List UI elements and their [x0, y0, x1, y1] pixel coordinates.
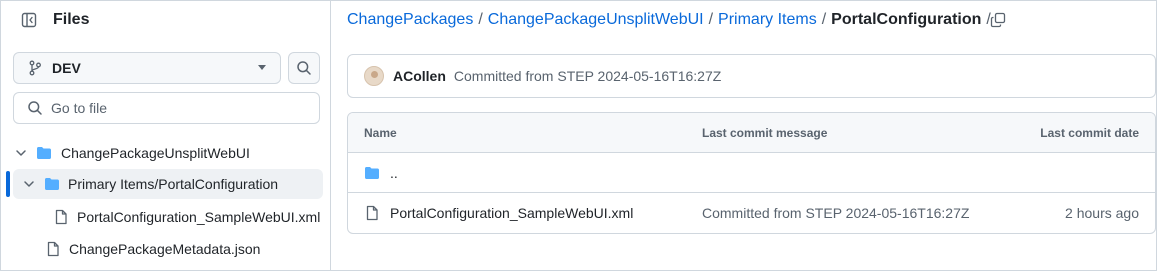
breadcrumb: ChangePackages / ChangePackageUnsplitWeb… — [347, 11, 996, 29]
breadcrumb-separator: / — [708, 11, 714, 28]
branch-name: DEV — [52, 60, 81, 76]
sidebar-collapse-button[interactable] — [13, 6, 45, 34]
search-icon — [297, 61, 311, 75]
sidebar-title: Files — [53, 11, 90, 28]
breadcrumb-separator: / — [821, 11, 827, 28]
tree-item-label: Primary Items/PortalConfiguration — [68, 176, 279, 192]
caret-down-icon — [258, 65, 266, 70]
file-icon — [47, 241, 59, 257]
folder-icon — [45, 178, 59, 190]
commit-author[interactable]: ACollen — [393, 68, 446, 84]
column-header-message: Last commit message — [702, 126, 828, 140]
search-icon — [28, 101, 42, 115]
breadcrumb-link[interactable]: Primary Items — [718, 11, 817, 29]
copy-icon — [990, 12, 1006, 28]
file-icon — [55, 209, 67, 225]
tree-item-file[interactable]: PortalConfiguration_SampleWebUI.xml — [53, 202, 323, 232]
latest-commit-box: ACollen Committed from STEP 2024-05-16T1… — [347, 54, 1156, 98]
chevron-down-icon[interactable] — [21, 176, 37, 192]
file-tree-sidebar: Files DEV ChangePackageUnsplitWebUI — [0, 0, 331, 271]
parent-directory-link[interactable]: .. — [390, 165, 398, 181]
sidebar-collapse-icon — [21, 12, 37, 28]
tree-item-file[interactable]: ChangePackageMetadata.json — [45, 234, 323, 264]
git-branch-icon — [29, 60, 41, 76]
file-icon — [366, 205, 378, 221]
commit-message[interactable]: Committed from STEP 2024-05-16T16:27Z — [454, 68, 721, 84]
main-content: ChangePackages / ChangePackageUnsplitWeb… — [332, 0, 1157, 271]
folder-icon — [365, 167, 379, 179]
chevron-down-icon[interactable] — [13, 145, 29, 161]
search-button[interactable] — [288, 52, 320, 84]
file-table: Name Last commit message Last commit dat… — [347, 112, 1156, 234]
tree-item-label: PortalConfiguration_SampleWebUI.xml — [77, 209, 321, 225]
branch-selector[interactable]: DEV — [13, 52, 281, 84]
breadcrumb-current: PortalConfiguration — [831, 11, 982, 28]
table-row-parent[interactable]: .. — [348, 153, 1155, 193]
commit-message-link[interactable]: Committed from STEP 2024-05-16T16:27Z — [702, 205, 969, 221]
breadcrumb-link[interactable]: ChangePackages — [347, 11, 473, 29]
tree-item-folder-selected[interactable]: Primary Items/PortalConfiguration — [13, 169, 323, 199]
breadcrumb-link[interactable]: ChangePackageUnsplitWebUI — [488, 11, 704, 29]
folder-icon — [37, 147, 51, 159]
column-header-name: Name — [364, 126, 397, 140]
table-header: Name Last commit message Last commit dat… — [348, 113, 1155, 153]
go-to-file-input[interactable] — [51, 100, 291, 116]
file-name-link[interactable]: PortalConfiguration_SampleWebUI.xml — [390, 205, 633, 221]
tree-item-label: ChangePackageMetadata.json — [69, 241, 261, 257]
avatar[interactable] — [364, 66, 384, 86]
tree-item-folder[interactable]: ChangePackageUnsplitWebUI — [13, 138, 323, 168]
breadcrumb-separator: / — [478, 11, 483, 28]
tree-item-label: ChangePackageUnsplitWebUI — [61, 145, 250, 161]
selected-indicator — [6, 171, 10, 197]
table-row[interactable]: PortalConfiguration_SampleWebUI.xml Comm… — [348, 193, 1155, 233]
column-header-date: Last commit date — [1040, 126, 1139, 140]
commit-date: 2 hours ago — [1065, 205, 1139, 221]
go-to-file-field[interactable] — [13, 92, 320, 124]
copy-path-button[interactable] — [984, 6, 1012, 34]
